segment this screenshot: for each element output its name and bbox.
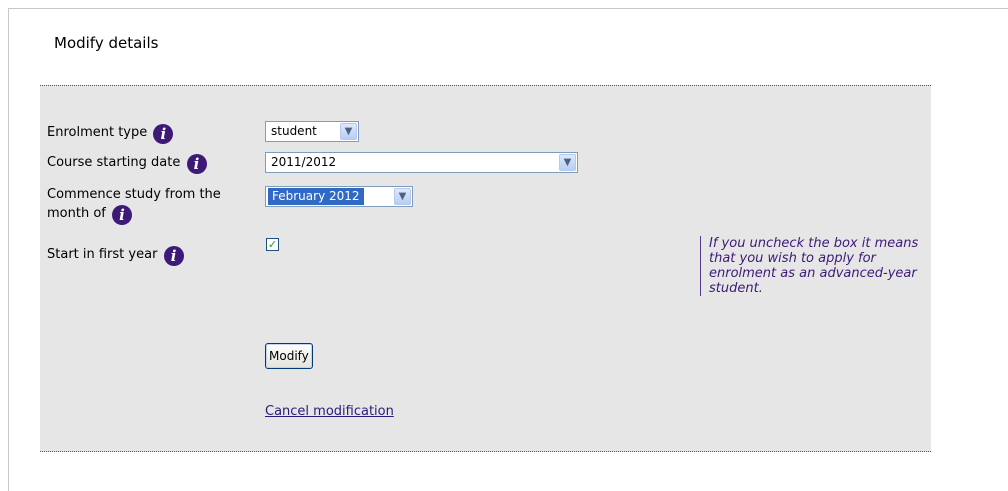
enrolment-type-row-label: Enrolment type i: [47, 124, 174, 144]
info-icon[interactable]: i: [186, 154, 207, 174]
course-start-row-label: Course starting date i: [47, 154, 207, 174]
commence-row-label: Commence study from the month of i: [47, 187, 221, 225]
enrolment-type-label: Enrolment type: [47, 125, 148, 140]
modify-button[interactable]: Modify: [265, 343, 313, 369]
commence-label-line1: Commence study from the: [47, 187, 221, 202]
course-start-select[interactable]: 2011/2012 ▼: [265, 152, 578, 173]
chevron-down-icon[interactable]: ▼: [559, 154, 576, 171]
page-title: Modify details: [54, 34, 159, 52]
cancel-modification-link[interactable]: Cancel modification: [265, 404, 394, 419]
info-icon[interactable]: i: [112, 205, 132, 225]
chevron-down-icon[interactable]: ▼: [394, 188, 411, 205]
commence-month-value: February 2012: [268, 188, 364, 205]
first-year-checkbox[interactable]: ✓: [266, 238, 279, 251]
info-icon[interactable]: i: [153, 124, 174, 144]
commence-label-line2: month of: [47, 206, 106, 221]
check-icon: ✓: [267, 238, 278, 251]
first-year-label: Start in first year: [47, 247, 158, 262]
enrolment-type-value: student: [271, 124, 317, 138]
commence-month-select[interactable]: February 2012 ▼: [265, 186, 413, 207]
chevron-down-icon[interactable]: ▼: [340, 123, 357, 140]
enrolment-type-select[interactable]: student ▼: [265, 121, 359, 142]
first-year-hint: If you uncheck the box it means that you…: [700, 236, 919, 296]
info-icon[interactable]: i: [163, 246, 184, 266]
course-start-label: Course starting date: [47, 155, 181, 170]
first-year-row-label: Start in first year i: [47, 246, 184, 266]
course-start-value: 2011/2012: [271, 155, 337, 169]
